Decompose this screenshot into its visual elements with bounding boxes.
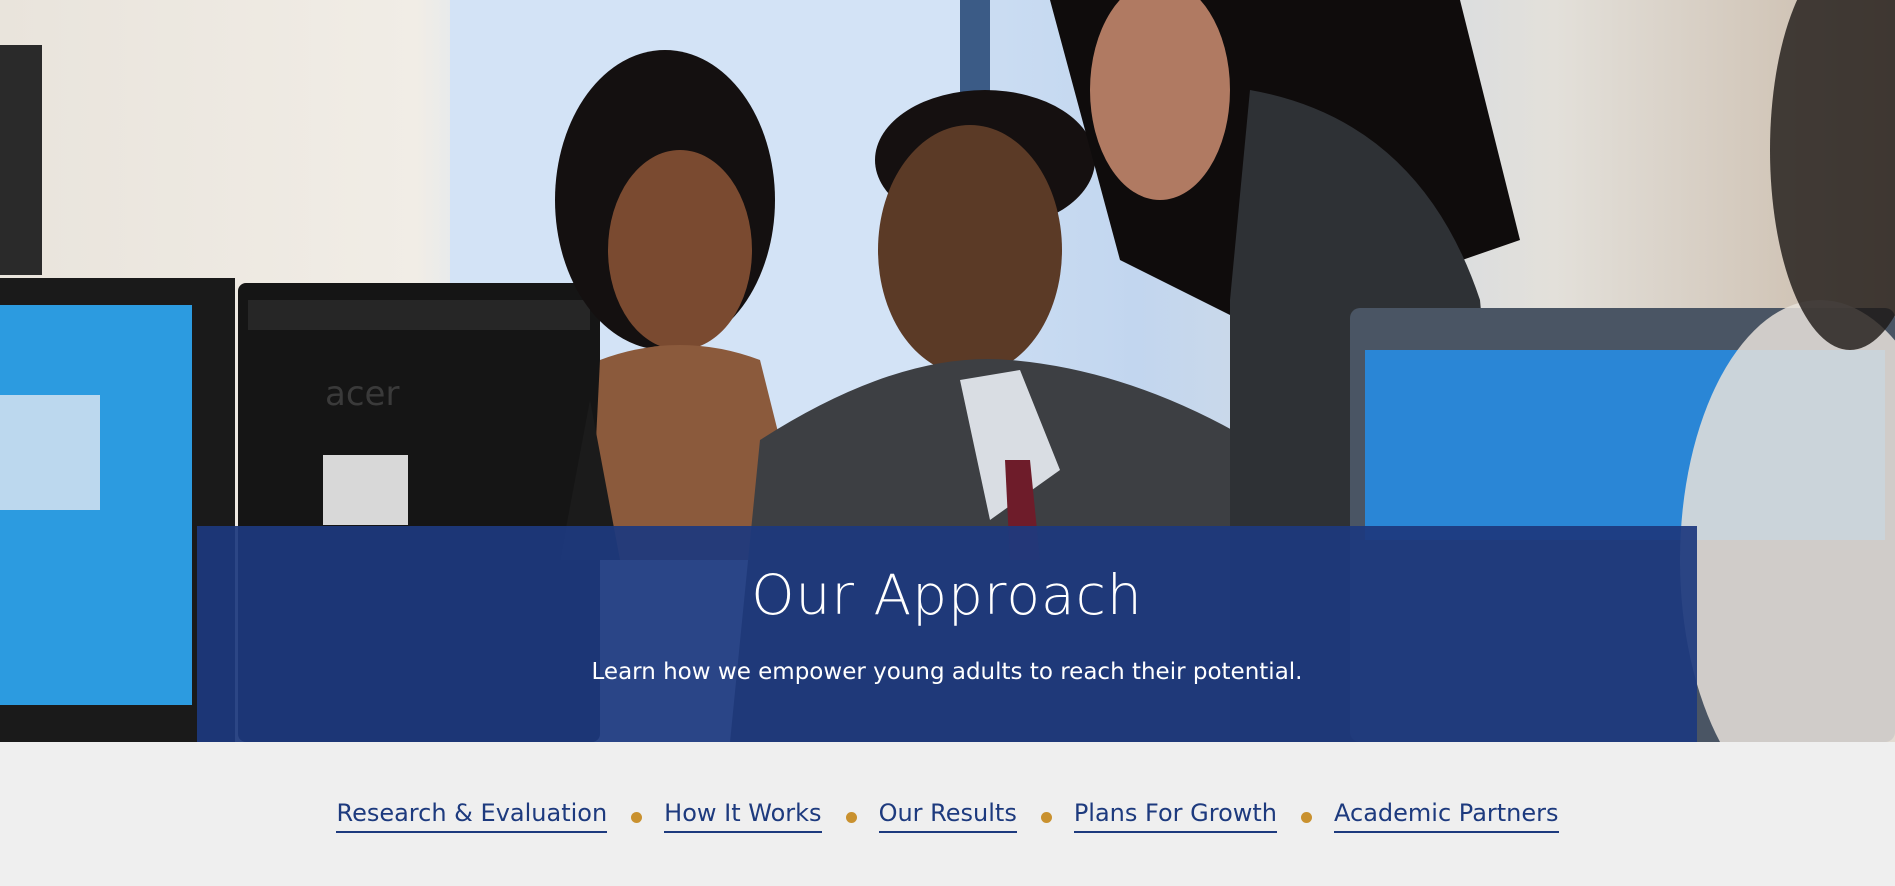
page-title: Our Approach	[751, 563, 1143, 627]
bullet-separator-icon	[631, 812, 643, 823]
subnav-link-how-it-works[interactable]: How It Works	[664, 798, 822, 833]
subnav-link-research-evaluation[interactable]: Research & Evaluation	[336, 798, 608, 833]
page-subtitle: Learn how we empower young adults to rea…	[591, 659, 1303, 685]
subnav-link-academic-partners[interactable]: Academic Partners	[1334, 798, 1559, 833]
monitor-brand-text: acer	[325, 374, 399, 414]
hero-title-panel: Our Approach Learn how we empower young …	[197, 526, 1697, 742]
bullet-separator-icon	[1040, 812, 1052, 823]
subnav-link-plans-for-growth[interactable]: Plans For Growth	[1073, 798, 1278, 833]
bullet-separator-icon	[845, 812, 857, 823]
hero-banner: acer Our Approach Learn how we empower y…	[0, 0, 1895, 742]
subnav-link-our-results[interactable]: Our Results	[878, 798, 1017, 833]
bullet-separator-icon	[1301, 812, 1313, 823]
section-subnav: Research & Evaluation How It Works Our R…	[0, 742, 1895, 886]
